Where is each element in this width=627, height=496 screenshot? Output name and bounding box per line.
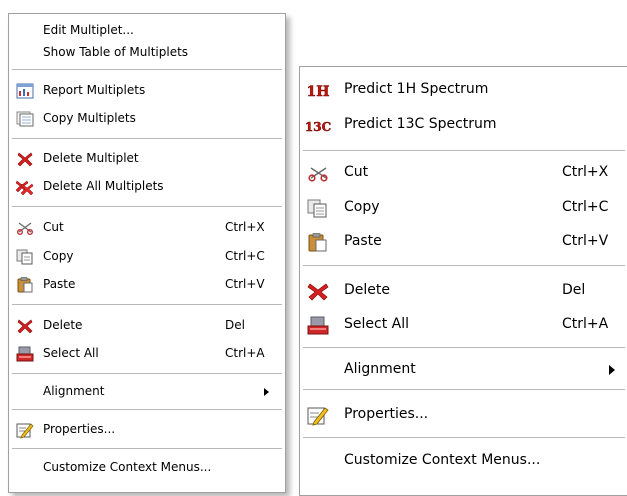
menu-item-copy[interactable]: Copy Ctrl+C [300,193,627,223]
predict-13c-icon-text: 13C [305,120,331,134]
menu-item-label: Customize Context Menus... [344,452,541,468]
menu-separator [12,448,282,449]
context-menu-structure: 1H Predict 1H Spectrum 13C Predict 13C S… [299,66,627,496]
menu-item-alignment[interactable]: Alignment [300,355,627,385]
menu-separator [303,265,625,266]
copy-icon [307,199,329,218]
menu-item-label: Cut [43,220,64,234]
predict-1h-icon: 1H [306,81,330,101]
menu-item-cut[interactable]: Cut Ctrl+X [300,158,627,188]
menu-item-shortcut: Ctrl+V [562,233,609,249]
scissors-icon [307,164,329,183]
menu-separator [303,389,625,390]
menu-item-customize-context-menus[interactable]: Customize Context Menus... [300,446,627,476]
menu-item-label: Delete Multiplet [43,151,139,165]
menu-item-label: Paste [344,233,382,249]
menu-item-label: Show Table of Multiplets [43,45,189,59]
menu-separator [12,69,282,70]
paste-clipboard-icon [307,233,329,252]
select-all-icon [307,316,329,335]
menu-item-label: Report Multiplets [43,83,146,97]
menu-item-delete-multiplet[interactable]: Delete Multiplet [9,146,285,172]
menu-item-label: Predict 13C Spectrum [344,116,497,132]
menu-separator [12,206,282,207]
menu-item-show-table-of-multiplets[interactable]: Show Table of Multiplets [9,40,285,66]
menu-item-properties[interactable]: Properties... [300,400,627,430]
menu-item-label: Paste [43,277,76,291]
menu-item-cut[interactable]: Cut Ctrl+X [9,215,285,241]
menu-item-customize-context-menus[interactable]: Customize Context Menus... [9,455,285,481]
menu-separator [12,138,282,139]
report-icon [16,83,34,99]
select-all-icon [16,346,34,362]
submenu-arrow-icon [609,365,615,375]
menu-separator [12,409,282,410]
menu-item-properties[interactable]: Properties... [9,417,285,443]
menu-item-label: Delete [43,318,83,332]
menu-item-paste[interactable]: Paste Ctrl+V [9,272,285,298]
menu-item-predict-1h-spectrum[interactable]: 1H Predict 1H Spectrum [300,75,627,105]
menu-item-copy[interactable]: Copy Ctrl+C [9,244,285,270]
menu-item-select-all[interactable]: Select All Ctrl+A [9,341,285,367]
properties-pencil-icon [16,422,34,439]
menu-item-label: Copy [43,249,74,263]
menu-item-label: Alignment [344,361,416,377]
delete-x-icon [16,151,34,167]
menu-item-label: Predict 1H Spectrum [344,81,489,97]
menu-item-label: Customize Context Menus... [43,460,212,474]
menu-item-report-multiplets[interactable]: Report Multiplets [9,78,285,104]
menu-item-label: Select All [43,346,99,360]
menu-item-label: Select All [344,316,409,332]
paste-clipboard-icon [16,277,34,293]
menu-item-shortcut: Ctrl+A [225,346,265,360]
menu-item-shortcut: Del [562,282,586,298]
menu-separator [12,304,282,305]
menu-item-shortcut: Ctrl+X [562,164,609,180]
delete-x-icon [307,282,329,301]
context-menu-multiplets: Edit Multiplet... Show Table of Multiple… [8,13,286,493]
menu-item-predict-13c-spectrum[interactable]: 13C Predict 13C Spectrum [300,110,627,140]
menu-item-alignment[interactable]: Alignment [9,379,285,405]
menu-item-label: Cut [344,164,369,180]
menu-item-label: Copy [344,199,380,215]
copy-icon [16,249,34,265]
menu-item-delete-all-multiplets[interactable]: Delete All Multiplets [9,174,285,200]
menu-item-label: Alignment [43,384,105,398]
menu-item-label: Delete All Multiplets [43,179,164,193]
menu-item-copy-multiplets[interactable]: Copy Multiplets [9,106,285,132]
menu-separator [303,437,625,438]
menu-item-label: Delete [344,282,390,298]
menu-item-label: Properties... [344,406,429,422]
menu-separator [303,347,625,348]
predict-1h-icon-text: 1H [307,84,330,100]
menu-item-label: Copy Multiplets [43,111,136,125]
delete-x-icon [16,318,34,334]
delete-all-icon [15,179,34,196]
menu-item-shortcut: Ctrl+X [225,220,265,234]
submenu-arrow-icon [264,388,269,396]
menu-separator [12,373,282,374]
scissors-icon [16,220,34,236]
menu-item-shortcut: Ctrl+V [225,277,265,291]
menu-item-delete[interactable]: Delete Del [300,276,627,306]
menu-item-shortcut: Ctrl+A [562,316,609,332]
menu-item-shortcut: Ctrl+C [225,249,265,263]
menu-item-label: Properties... [43,422,116,436]
predict-13c-icon: 13C [305,116,332,135]
properties-pencil-icon [307,406,329,426]
menu-item-paste[interactable]: Paste Ctrl+V [300,227,627,257]
menu-item-delete[interactable]: Delete Del [9,313,285,339]
menu-item-select-all[interactable]: Select All Ctrl+A [300,310,627,340]
menu-item-shortcut: Ctrl+C [562,199,609,215]
menu-separator [303,150,625,151]
menu-item-label: Edit Multiplet... [43,23,134,37]
menu-item-shortcut: Del [225,318,245,332]
copy-table-icon [16,111,34,127]
